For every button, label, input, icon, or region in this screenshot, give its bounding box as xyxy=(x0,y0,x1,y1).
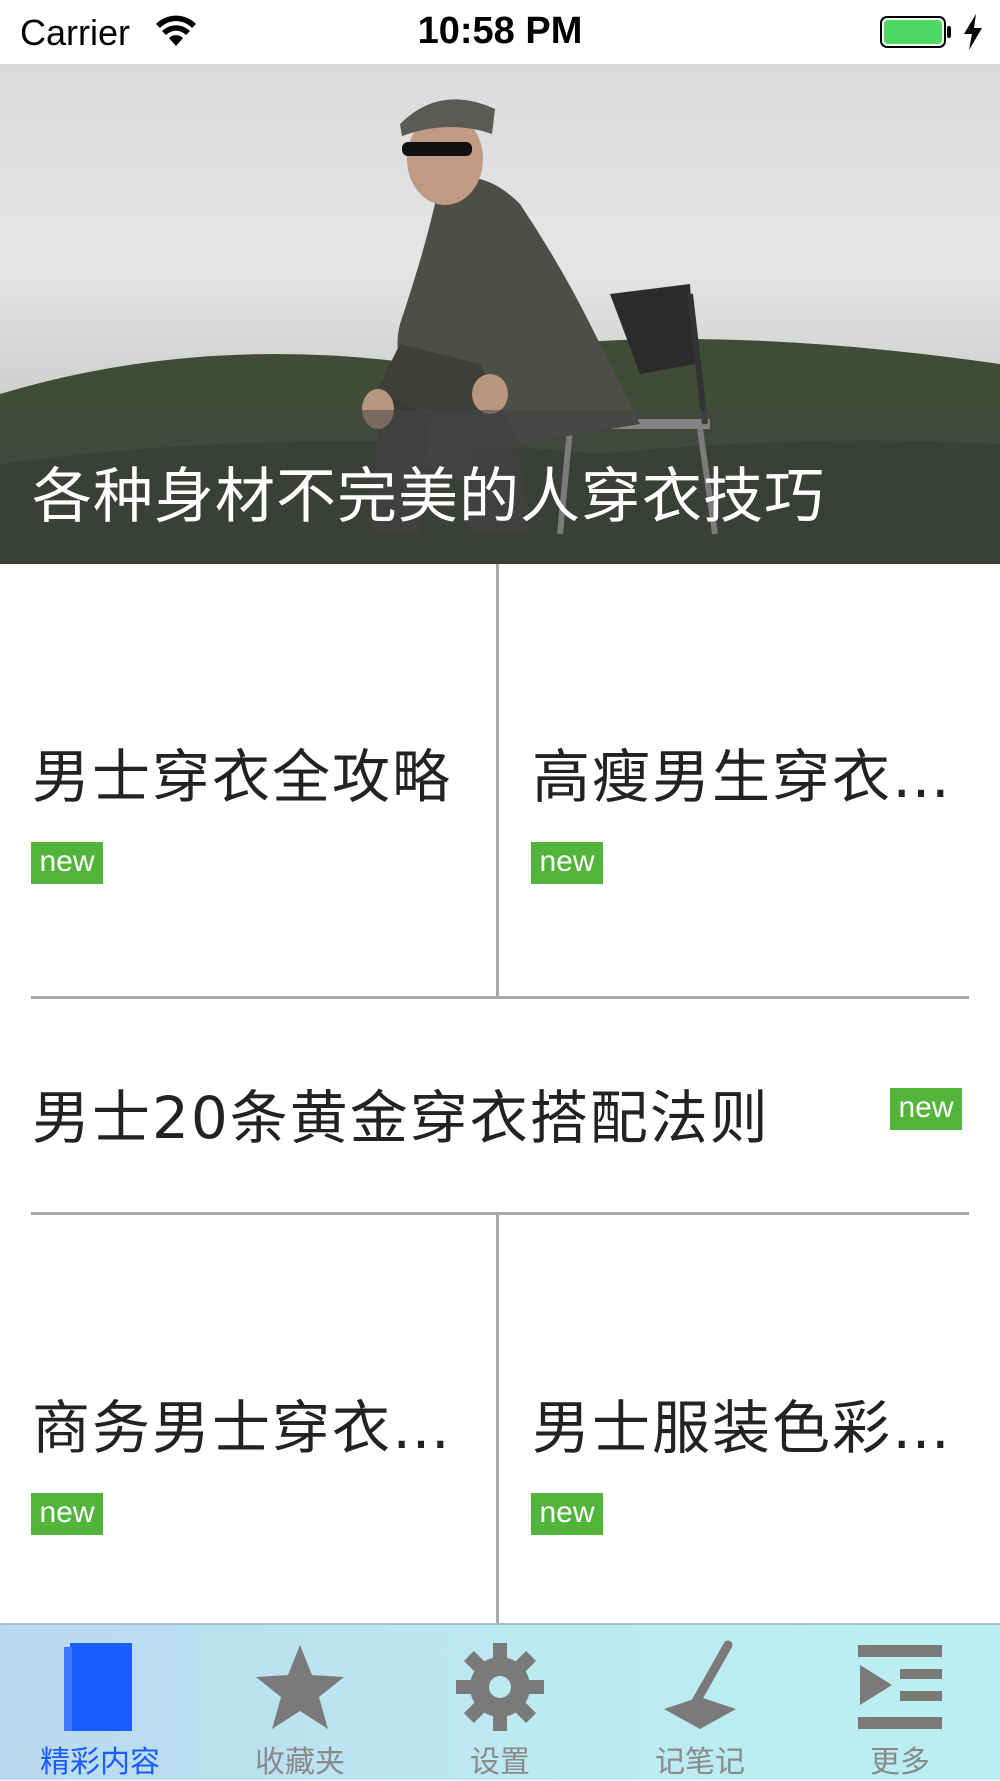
pen-icon xyxy=(664,1640,736,1729)
article-title: 商务男士穿衣… xyxy=(32,1394,453,1462)
article-card-5[interactable]: 男士服装色彩… new xyxy=(500,1215,1000,1623)
book-icon xyxy=(64,1643,132,1731)
grid-divider-vertical xyxy=(496,1215,499,1623)
status-bar: Carrier 10:58 PM xyxy=(0,0,1000,64)
tab-label: 收藏夹 xyxy=(255,1745,345,1780)
tab-label: 记笔记 xyxy=(655,1745,745,1780)
tab-bar: 精彩内容 收藏夹 设置 记笔记 更多 xyxy=(0,1623,1000,1780)
grid-divider-vertical xyxy=(496,564,499,998)
article-card-2[interactable]: 高瘦男生穿衣… new xyxy=(500,564,1000,998)
article-row-3[interactable]: 男士20条黄金穿衣搭配法则 new xyxy=(0,999,1000,1212)
gear-icon xyxy=(456,1643,544,1731)
article-title: 男士穿衣全攻略 xyxy=(32,743,453,811)
charging-icon xyxy=(964,14,982,50)
new-badge: new xyxy=(531,842,603,884)
new-badge: new xyxy=(531,1493,603,1535)
status-time: 10:58 PM xyxy=(417,10,583,52)
tab-more[interactable]: 更多 xyxy=(800,1625,1000,1780)
tab-notes[interactable]: 记笔记 xyxy=(600,1625,800,1780)
tab-label: 更多 xyxy=(870,1745,930,1780)
tab-settings[interactable]: 设置 xyxy=(400,1625,600,1780)
new-badge: new xyxy=(31,842,103,884)
battery-icon xyxy=(880,16,951,48)
star-icon xyxy=(256,1645,344,1729)
tab-label: 精彩内容 xyxy=(40,1745,160,1780)
article-title: 男士20条黄金穿衣搭配法则 xyxy=(32,1084,770,1152)
tab-featured[interactable]: 精彩内容 xyxy=(0,1625,200,1780)
tab-favorites[interactable]: 收藏夹 xyxy=(200,1625,400,1780)
article-title: 男士服装色彩… xyxy=(532,1394,953,1462)
article-card-4[interactable]: 商务男士穿衣… new xyxy=(0,1215,497,1623)
article-title: 高瘦男生穿衣… xyxy=(532,743,953,811)
new-badge: new xyxy=(890,1088,962,1130)
hero-banner[interactable]: 各种身材不完美的人穿衣技巧 xyxy=(0,64,1000,564)
new-badge: new xyxy=(31,1493,103,1535)
hero-title: 各种身材不完美的人穿衣技巧 xyxy=(32,462,825,532)
tab-label: 设置 xyxy=(470,1745,530,1780)
more-icon xyxy=(858,1645,942,1729)
article-card-1[interactable]: 男士穿衣全攻略 new xyxy=(0,564,497,998)
